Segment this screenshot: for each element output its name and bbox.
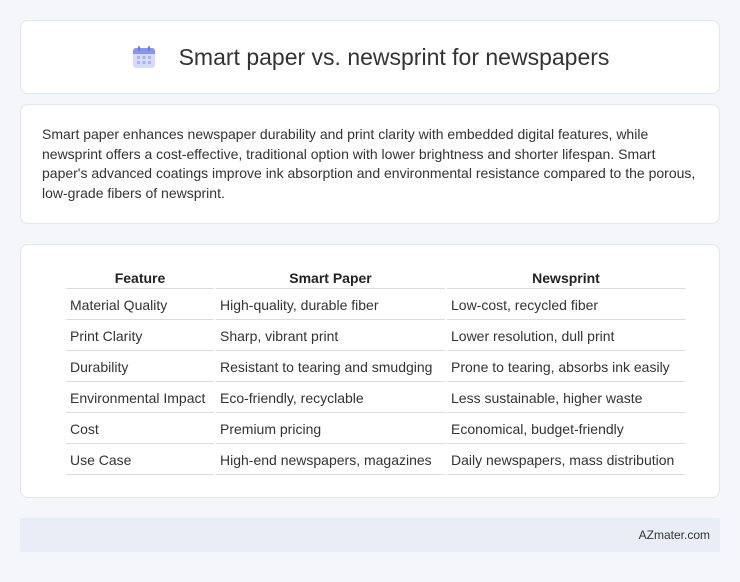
title-card: Smart paper vs. newsprint for newspapers (20, 20, 720, 94)
table-row: Cost Premium pricing Economical, budget-… (66, 415, 685, 444)
cell-smart-paper: Eco-friendly, recyclable (216, 384, 445, 413)
summary-text: Smart paper enhances newspaper durabilit… (42, 126, 696, 201)
cell-newsprint: Daily newspapers, mass distribution (447, 446, 685, 475)
cell-feature: Environmental Impact (66, 384, 214, 413)
header-newsprint: Newsprint (447, 267, 685, 289)
cell-newsprint: Less sustainable, higher waste (447, 384, 685, 413)
cell-feature: Cost (66, 415, 214, 444)
cell-newsprint: Economical, budget-friendly (447, 415, 685, 444)
table-row: Environmental Impact Eco-friendly, recyc… (66, 384, 685, 413)
cell-smart-paper: Resistant to tearing and smudging (216, 353, 445, 382)
table-row: Durability Resistant to tearing and smud… (66, 353, 685, 382)
title-wrap: Smart paper vs. newsprint for newspapers (131, 43, 610, 71)
calendar-icon (131, 44, 157, 70)
comparison-table: Feature Smart Paper Newsprint Material Q… (64, 265, 687, 477)
cell-newsprint: Low-cost, recycled fiber (447, 291, 685, 320)
footer-site-link[interactable]: AZmater.com (639, 528, 710, 542)
table-row: Use Case High-end newspapers, magazines … (66, 446, 685, 475)
footer: AZmater.com (20, 518, 720, 552)
cell-feature: Material Quality (66, 291, 214, 320)
cell-smart-paper: High-end newspapers, magazines (216, 446, 445, 475)
page-title: Smart paper vs. newsprint for newspapers (178, 43, 610, 70)
table-row: Material Quality High-quality, durable f… (66, 291, 685, 320)
cell-feature: Print Clarity (66, 322, 214, 351)
cell-newsprint: Prone to tearing, absorbs ink easily (447, 353, 685, 382)
table-row: Print Clarity Sharp, vibrant print Lower… (66, 322, 685, 351)
cell-smart-paper: Premium pricing (216, 415, 445, 444)
cell-newsprint: Lower resolution, dull print (447, 322, 685, 351)
cell-feature: Use Case (66, 446, 214, 475)
table-header-row: Feature Smart Paper Newsprint (66, 267, 685, 289)
summary-card: Smart paper enhances newspaper durabilit… (20, 104, 720, 224)
cell-feature: Durability (66, 353, 214, 382)
cell-smart-paper: Sharp, vibrant print (216, 322, 445, 351)
comparison-table-card: Feature Smart Paper Newsprint Material Q… (20, 244, 720, 498)
header-feature: Feature (66, 267, 214, 289)
cell-smart-paper: High-quality, durable fiber (216, 291, 445, 320)
header-smart-paper: Smart Paper (216, 267, 445, 289)
